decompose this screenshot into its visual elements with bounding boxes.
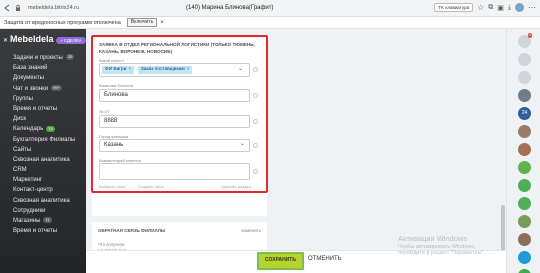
downloads-icon[interactable]: ⤓ <box>508 4 511 12</box>
field1-label: Что получили <box>98 242 125 247</box>
windows-watermark-title: Активация Windows <box>398 234 468 243</box>
sidebar-item[interactable]: Время и отчеты <box>0 104 86 114</box>
contact-avatar[interactable] <box>518 125 531 138</box>
cancel-button[interactable]: ОТМЕНИТЬ <box>308 256 342 262</box>
sidebar-item-label: CRM <box>13 167 27 174</box>
counter-badge[interactable]: 24 <box>518 107 531 120</box>
sidebar-item-label: Магазины <box>13 218 41 224</box>
sidebar-item-label: Сквозная аналитика <box>13 156 70 163</box>
browser-actions: TK клавиатура ☆ ⧉ ▣ ⤓ ⋯ <box>434 3 536 12</box>
sidebar-item-label: Группы <box>13 95 33 102</box>
collections-icon[interactable]: ▣ <box>497 4 504 12</box>
sidebar-item-label: Время и отчеты <box>13 228 58 235</box>
sidebar-item-label: Задачи и проекты <box>13 55 63 61</box>
sidebar-menu: Задачи и проекты 20 База знаний Документы Ча… <box>0 53 86 236</box>
sidebar-item[interactable]: CRM <box>0 165 86 175</box>
contact-avatar[interactable] <box>518 143 531 156</box>
sidebar-item[interactable]: Контакт-центр <box>0 185 86 195</box>
sidebar-item-label: База знаний <box>13 65 48 72</box>
contact-avatar[interactable] <box>518 233 531 246</box>
sidebar-item-count: 99+ <box>51 84 62 91</box>
sidebar-item[interactable]: Сотрудники <box>0 206 86 216</box>
sidebar-item[interactable]: Документы <box>0 73 86 83</box>
lock-icon[interactable] <box>518 179 531 192</box>
contact-avatar[interactable] <box>518 215 531 228</box>
lock-icon[interactable] <box>518 197 531 210</box>
sidebar-item-count: 74 <box>46 125 55 132</box>
more-icon[interactable]: ⋯ <box>528 3 536 12</box>
sidebar-item-count: 11 <box>43 217 52 224</box>
sidebar-item[interactable]: Магазины 11 <box>0 216 86 226</box>
sidebar-item[interactable]: Календарь 74 <box>0 124 86 134</box>
close-icon[interactable]: × <box>160 20 164 26</box>
sidebar-item-label: Календарь <box>13 126 44 133</box>
sidebar-item-label: Время и отчеты <box>13 105 58 112</box>
sidebar-item[interactable]: Маркетинг <box>0 175 86 185</box>
brand-logo[interactable]: Mebeldela <box>10 34 54 44</box>
phone-icon[interactable] <box>518 269 531 273</box>
lock-icon <box>14 4 22 12</box>
save-button[interactable]: СОХРАНИТЬ <box>257 252 304 270</box>
sidebar-item-label: Документы <box>13 75 44 82</box>
infobar-message: Защита от вредоносных программ отключена <box>4 19 121 26</box>
sidebar-item-label: Диск <box>13 116 27 123</box>
sidebar-item[interactable]: База знаний <box>0 63 86 73</box>
extension-icon[interactable]: ⧉ <box>488 4 493 12</box>
contact-avatar[interactable] <box>518 89 531 102</box>
menu-close-icon[interactable]: ✕ <box>3 37 8 44</box>
right-rail: 1 24 <box>506 29 540 273</box>
sidebar-item[interactable]: Сквозная аналитика <box>0 196 86 206</box>
sidebar-item[interactable]: Время и отчеты <box>0 226 86 236</box>
windows-watermark-text: Чтобы активировать Windows, перейдите в … <box>398 244 486 256</box>
sidebar-item[interactable]: Задачи и проекты 20 <box>0 53 86 63</box>
feedback-title: ОБРАТНАЯ СВЯЗЬ ФИЛИАЛЫ <box>98 228 166 233</box>
search-icon[interactable] <box>518 53 531 66</box>
sidebar-item-count: 20 <box>65 54 75 61</box>
sidebar-item-label: Сквозная аналитика <box>13 197 70 204</box>
sidebar-item-label: Сайты <box>13 146 32 153</box>
sidebar-item[interactable]: Чат и звонки 99+ <box>0 84 86 94</box>
feedback-edit-link[interactable]: изменить <box>241 228 261 233</box>
tab-title: (140) Марина Блинова(Графит) <box>186 5 274 11</box>
browser-toolbar: mebeldela.bitrix24.ru (140) Марина Блино… <box>0 0 540 17</box>
sidebar-item-label: Контакт-центр <box>13 187 53 194</box>
sidebar-item[interactable]: Бухгалтерия Филиалы <box>0 135 86 145</box>
address-bar[interactable]: mebeldela.bitrix24.ru <box>28 5 79 11</box>
profile-avatar[interactable] <box>515 3 524 12</box>
sidebar-item[interactable]: Диск <box>0 114 86 124</box>
add-deal-button[interactable]: + СДЕЛКА <box>56 37 86 44</box>
highlight-frame <box>91 35 268 193</box>
enable-button[interactable]: Включить <box>126 18 158 27</box>
keyboard-indicator[interactable]: TK клавиатура <box>434 3 474 12</box>
sidebar-item-label: Бухгалтерия Филиалы <box>13 136 76 143</box>
chat-icon[interactable] <box>518 251 531 264</box>
star-icon[interactable]: ☆ <box>477 3 484 12</box>
sidebar-item[interactable]: Сайты <box>0 145 86 155</box>
sidebar-item-label: Маркетинг <box>13 177 43 184</box>
sidebar-item[interactable]: Группы <box>0 94 86 104</box>
security-infobar: Защита от вредоносных программ отключена… <box>0 17 540 29</box>
sidebar-item-label: Чат и звонки <box>13 85 49 92</box>
sidebar-item[interactable]: Сквозная аналитика <box>0 155 86 165</box>
notification-badge: 1 <box>528 33 532 38</box>
sidebar-item-label: Сотрудники <box>13 207 46 214</box>
camera-icon[interactable] <box>518 71 531 84</box>
contact-avatar[interactable] <box>518 161 531 174</box>
back-icon[interactable] <box>3 4 11 12</box>
left-sidebar: ✕ Mebeldela + СДЕЛКА Задачи и проекты 20 Б… <box>0 29 86 273</box>
